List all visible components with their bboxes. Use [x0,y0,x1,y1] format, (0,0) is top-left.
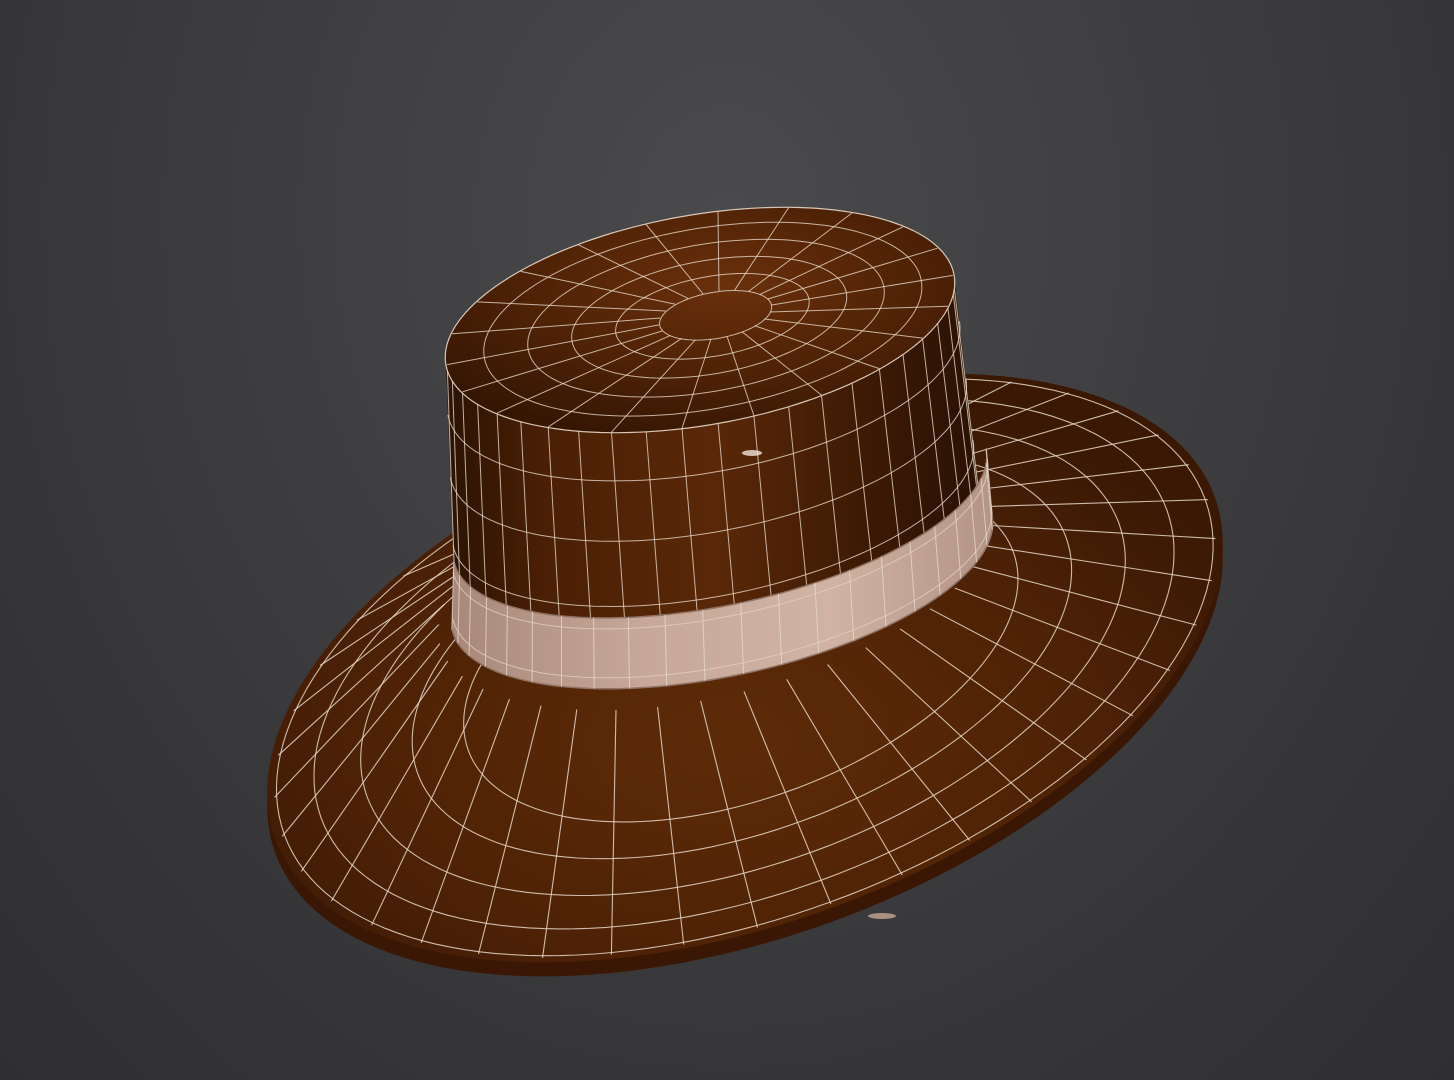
band-wire-vertical [593,617,595,689]
hat-model-render[interactable] [0,0,1454,1080]
specular-highlight [742,450,762,456]
brim-edge-highlight [868,913,896,919]
3d-viewport[interactable] [0,0,1454,1080]
